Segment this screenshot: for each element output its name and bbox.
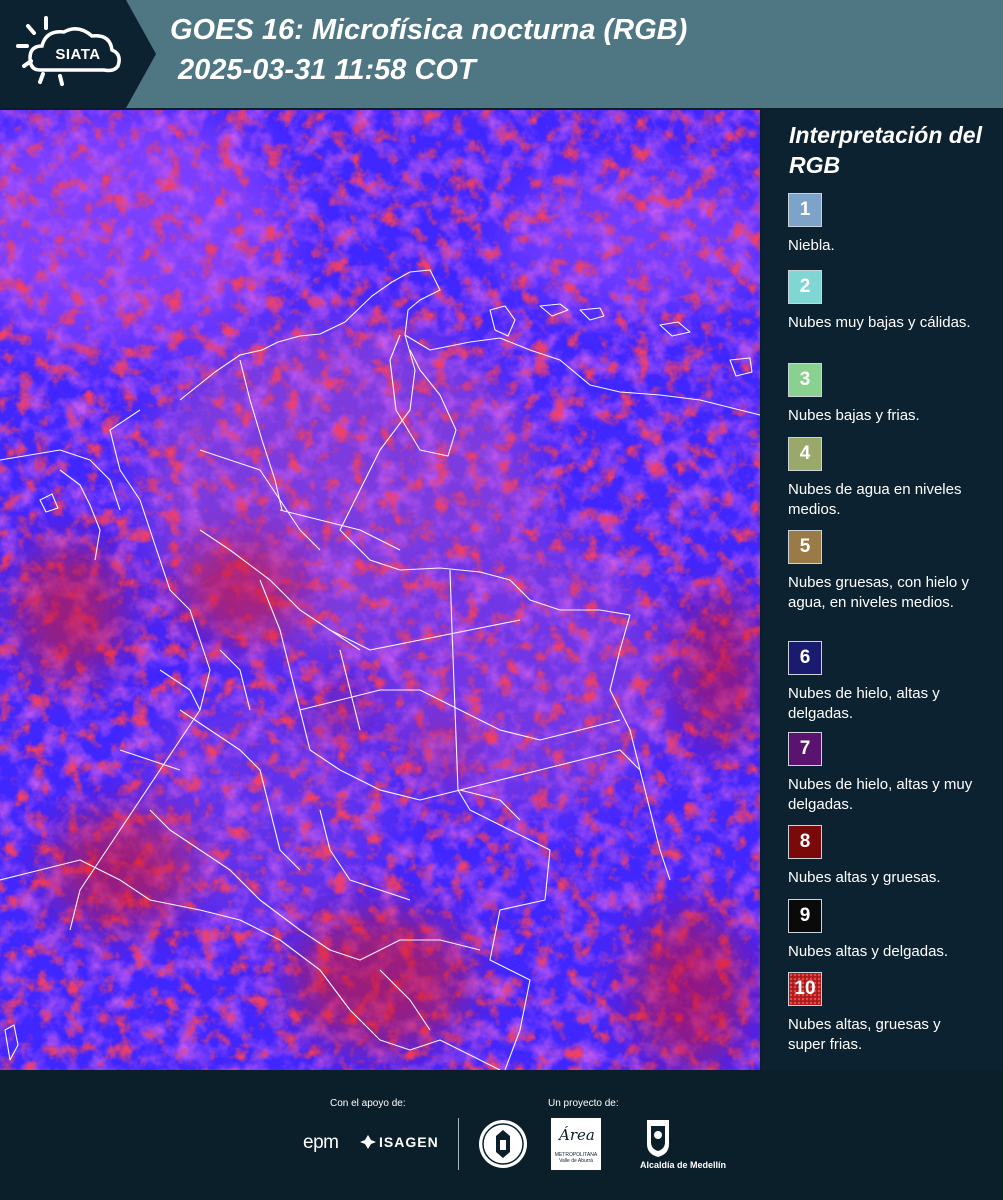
legend-swatch: 7 xyxy=(788,732,822,766)
legend-label: Niebla. xyxy=(788,237,835,254)
area-metropolitana-logo: Área METROPOLITANA Valle de Aburrá xyxy=(551,1118,601,1170)
legend-item-8: 8 Nubes altas y gruesas. xyxy=(788,825,988,888)
legend-swatch: 2 xyxy=(788,270,822,304)
legend-label: Nubes altas y delgadas. xyxy=(788,943,949,960)
epm-logo: epm xyxy=(303,1132,339,1154)
legend-item-4: 4 Nubes de agua en niveles medios. xyxy=(788,437,988,520)
page-timestamp: 2025-03-31 11:58 COT xyxy=(178,54,476,86)
legend-swatch: 3 xyxy=(788,363,822,397)
area-logo-text: Área xyxy=(559,1126,595,1144)
isagen-logo-text: ISAGEN xyxy=(379,1134,439,1150)
isagen-logo: ISAGEN xyxy=(360,1134,439,1150)
legend-item-9: 9 Nubes altas y delgadas. xyxy=(788,899,988,962)
legend-item-2: 2 Nubes muy bajas y cálidas. xyxy=(788,270,988,333)
legend-label: Nubes altas, gruesas y super frias. xyxy=(788,1016,941,1053)
medellin-label: Alcaldía de Medellín xyxy=(640,1160,727,1170)
legend-item-7: 7 Nubes de hielo, altas y muy delgadas. xyxy=(788,732,988,815)
legend-item-10: 10 Nubes altas, gruesas y super frias. xyxy=(788,972,988,1055)
legend-label: Nubes de hielo, altas y muy delgadas. xyxy=(788,776,973,813)
legend-swatch: 6 xyxy=(788,641,822,675)
header-bar: SIATA GOES 16: Microfísica nocturna (RGB… xyxy=(0,0,1003,108)
legend-title: Interpretación del RGB xyxy=(789,122,982,178)
legend-swatch: 1 xyxy=(788,193,822,227)
footer-divider xyxy=(458,1118,459,1170)
legend-label: Nubes gruesas, con hielo y agua, en nive… xyxy=(788,574,969,611)
satellite-map[interactable] xyxy=(0,110,760,1070)
area-logo-subtext: METROPOLITANA Valle de Aburrá xyxy=(554,1152,598,1164)
legend-panel: Interpretación del RGB 1 Niebla. 2 Nubes… xyxy=(762,110,1003,1070)
legend-label: Nubes bajas y frias. xyxy=(788,407,920,424)
satellite-image xyxy=(0,110,760,1070)
legend-swatch: 10 xyxy=(788,972,822,1006)
legend-swatch: 5 xyxy=(788,530,822,564)
legend-label: Nubes de hielo, altas y delgadas. xyxy=(788,685,940,722)
project-label: Un proyecto de: xyxy=(548,1098,619,1109)
legend-swatch: 4 xyxy=(788,437,822,471)
footer-bar: Con el apoyo de: Un proyecto de: epm ISA… xyxy=(0,1070,1003,1200)
epm-logo-text: epm xyxy=(303,1132,339,1153)
page-title: GOES 16: Microfísica nocturna (RGB) xyxy=(170,14,688,46)
legend-label: Nubes muy bajas y cálidas. xyxy=(788,314,971,331)
seal-icon xyxy=(479,1120,527,1168)
legend-item-3: 3 Nubes bajas y frias. xyxy=(788,363,988,426)
legend-item-5: 5 Nubes gruesas, con hielo y agua, en ni… xyxy=(788,530,988,613)
legend-swatch: 8 xyxy=(788,825,822,859)
legend-swatch: 9 xyxy=(788,899,822,933)
logo-text: SIATA xyxy=(55,46,101,63)
siata-logo: SIATA xyxy=(0,0,158,108)
isagen-mark-icon xyxy=(360,1135,376,1149)
medellin-shield-icon xyxy=(647,1120,669,1157)
legend-item-1: 1 Niebla. xyxy=(788,193,988,256)
legend-label: Nubes altas y gruesas. xyxy=(788,869,941,886)
legend-item-6: 6 Nubes de hielo, altas y delgadas. xyxy=(788,641,988,724)
legend-label: Nubes de agua en niveles medios. xyxy=(788,481,962,518)
support-label: Con el apoyo de: xyxy=(330,1098,406,1109)
